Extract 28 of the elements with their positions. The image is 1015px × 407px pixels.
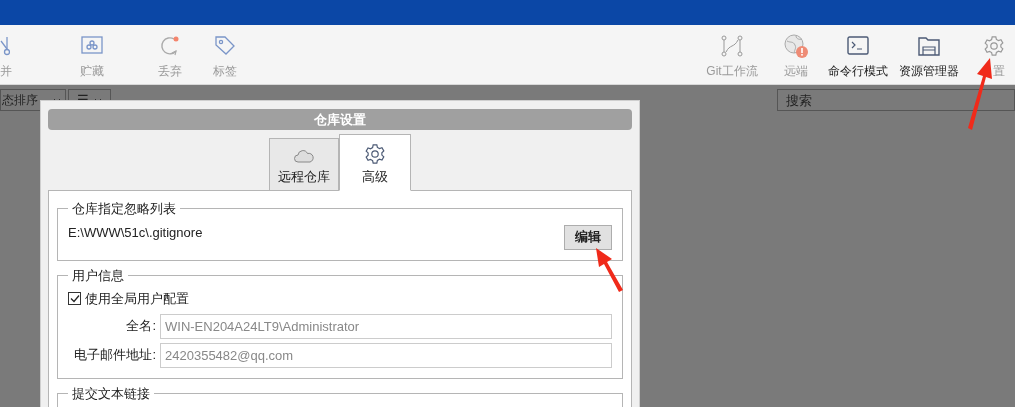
settings-icon <box>364 143 386 165</box>
terminal-icon <box>847 36 869 56</box>
checkbox-label: 使用全局用户配置 <box>85 290 189 308</box>
checkbox[interactable] <box>68 292 81 306</box>
cloud-icon <box>294 149 314 163</box>
box-icon <box>81 36 103 56</box>
tab[interactable]: 远程仓库 <box>269 138 339 191</box>
dialog-title: 仓库设置 <box>48 109 632 130</box>
annotation-arrow <box>968 58 992 130</box>
path-text: E:\WWW\51c\.gitignore <box>68 223 203 242</box>
settings-icon <box>983 35 1005 57</box>
branch-icon <box>0 36 10 56</box>
folder-icon <box>918 36 940 56</box>
tab[interactable]: 高级 <box>339 134 411 191</box>
globe-icon <box>783 33 809 59</box>
group-title: 提交文本链接 <box>71 384 151 403</box>
flow-icon <box>720 34 744 58</box>
toolbar-button[interactable]: 命令行模式 <box>825 25 891 85</box>
caret-icon <box>53 97 61 103</box>
search-field[interactable]: 搜索 <box>777 89 1015 111</box>
field-label: 电子邮件地址: <box>73 346 157 365</box>
group-title: 用户信息 <box>71 266 125 285</box>
toolbar-button[interactable]: 资源管理器 <box>895 25 963 85</box>
caret-icon <box>94 97 102 103</box>
group-title: 仓库指定忽略列表 <box>71 200 177 218</box>
field-label: 全名: <box>125 317 157 336</box>
edit-button[interactable]: 编辑 <box>564 224 612 250</box>
annotation-arrow <box>596 248 623 292</box>
